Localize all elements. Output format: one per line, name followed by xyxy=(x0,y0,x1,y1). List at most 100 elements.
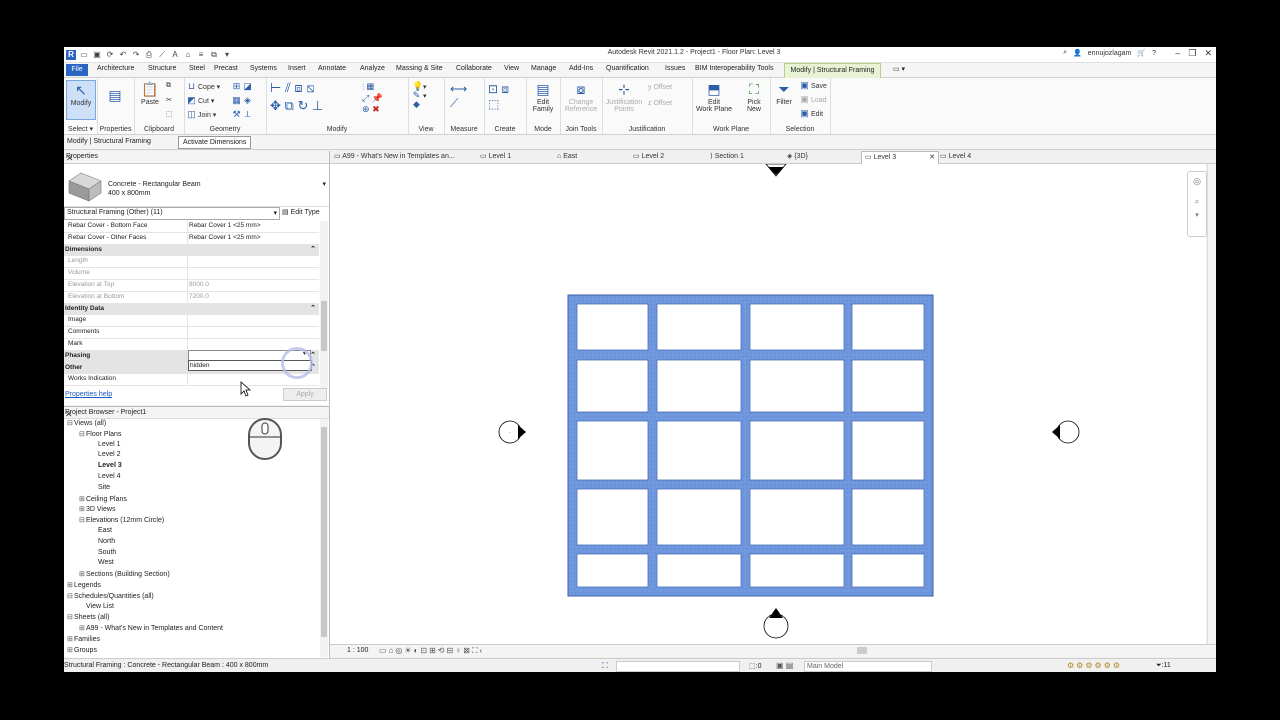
elevation-marker-south-visible[interactable] xyxy=(763,608,789,639)
geometry-tools-1[interactable]: ⊞ ◪ xyxy=(232,82,254,91)
filter-button[interactable]: ⏷ Filter xyxy=(770,80,798,106)
collapse-icon[interactable]: ⌃ xyxy=(310,245,316,253)
property-group-header[interactable]: Identity Data ⌃ xyxy=(64,303,319,316)
property-value[interactable]: Rebar Cover 1 <25 mm> xyxy=(189,222,261,229)
paste-button[interactable]: 📋 Paste xyxy=(136,80,164,106)
selection-options-icons[interactable]: ⚙⚙⚙⚙⚙⚙ xyxy=(1067,661,1122,670)
tab-file[interactable]: File xyxy=(66,64,88,76)
expand-icon[interactable]: ⊞ xyxy=(67,635,74,643)
browser-node[interactable]: Level 1 xyxy=(91,441,121,448)
property-row[interactable]: Comments xyxy=(64,327,319,339)
selection-filter[interactable]: ⏷:11 xyxy=(1156,662,1171,670)
tab-analyze[interactable]: Analyze xyxy=(360,65,385,72)
sync-icon[interactable]: ⟳ xyxy=(105,50,115,60)
redo-icon[interactable]: ↷ xyxy=(131,50,141,60)
expand-icon[interactable]: ⊞ xyxy=(67,646,74,654)
edit-family-button[interactable]: ▤ Edit Family xyxy=(529,80,557,113)
modify-tools-small[interactable]: ⫶ ▦ ⤢ 📌 ⊕ ✖ xyxy=(362,82,383,115)
type-selector[interactable]: Concrete - Rectangular Beam 400 x 800mm … xyxy=(64,164,329,207)
measure-icon[interactable]: ⟋ xyxy=(157,50,167,60)
change-reference-button[interactable]: ⧇ Change Reference xyxy=(564,80,598,113)
cart-icon[interactable]: 🛒 xyxy=(1137,49,1146,57)
elevation-marker-east[interactable] xyxy=(1052,420,1080,444)
view-tab-section-1[interactable]: ⟩ Section 1 xyxy=(710,151,744,163)
collapse-icon[interactable]: ⊟ xyxy=(79,430,86,438)
property-row[interactable]: Length xyxy=(64,256,319,269)
customize-qat-icon[interactable]: ▾ xyxy=(222,50,232,60)
collapse-icon[interactable]: ⊟ xyxy=(67,419,74,427)
browser-node[interactable]: ⊟Schedules/Quantities (all) xyxy=(67,592,154,600)
text-icon[interactable]: A xyxy=(170,50,180,60)
revit-logo-icon[interactable]: R xyxy=(66,49,76,60)
open-icon[interactable]: ▭ xyxy=(79,50,89,60)
active-model-select[interactable]: Main Model xyxy=(804,661,932,672)
browser-node[interactable]: ⊞Ceiling Plans xyxy=(79,495,127,503)
properties-button[interactable]: ▤ xyxy=(101,86,129,105)
edit-type-button[interactable]: ▤ Edit Type xyxy=(282,208,320,216)
view-tab-level-1[interactable]: ▭ Level 1 xyxy=(480,151,511,163)
edit-selection-button[interactable]: ▣ Edit xyxy=(800,109,823,119)
property-row[interactable]: Elevation at Top 8000.0 xyxy=(64,279,319,292)
property-row[interactable]: Mark xyxy=(64,338,319,351)
modify-tools-row1[interactable]: ⊢ ⫽ ⧈ ⧅ xyxy=(270,80,315,96)
view-tab-3d[interactable]: ◈ {3D} xyxy=(787,151,808,163)
browser-node[interactable]: Level 4 xyxy=(91,473,121,480)
tab-massing-site[interactable]: Massing & Site xyxy=(396,65,443,72)
property-row[interactable]: Works Indication xyxy=(64,374,319,387)
property-row[interactable]: Elevation at Bottom 7200.0 xyxy=(64,291,319,304)
join-button[interactable]: ◫ Join ▾ xyxy=(187,110,216,120)
property-value[interactable]: Rebar Cover 1 <25 mm> xyxy=(189,234,261,241)
close-tab-icon[interactable]: ✕ xyxy=(929,152,935,164)
property-row[interactable]: Volume xyxy=(64,268,319,280)
pick-new-button[interactable]: ⛶ Pick New xyxy=(740,80,768,113)
tab-steel[interactable]: Steel xyxy=(189,65,205,72)
browser-node[interactable]: ⊟Sheets (all) xyxy=(67,613,109,621)
load-selection-button[interactable]: ▣ Load xyxy=(800,95,826,105)
apply-button[interactable]: Apply xyxy=(283,388,327,401)
browser-node[interactable]: ⊞Sections (Building Section) xyxy=(79,570,170,578)
properties-help-link[interactable]: Properties help xyxy=(65,391,112,398)
tab-precast[interactable]: Precast xyxy=(214,65,238,72)
browser-node[interactable]: ⊞A99 - What's New in Templates and Conte… xyxy=(79,624,223,632)
nav-options-icon[interactable]: ▾ xyxy=(1188,211,1206,219)
tab-add-ins[interactable]: Add-Ins xyxy=(569,65,593,72)
print-icon[interactable]: ⎙ xyxy=(144,50,154,60)
browser-node[interactable]: Site xyxy=(91,484,110,491)
browser-node[interactable]: ⊞Legends xyxy=(67,581,101,589)
properties-scroll-thumb[interactable] xyxy=(321,301,327,351)
edit-work-plane-button[interactable]: ⬒ Edit Work Plane xyxy=(694,80,734,113)
drawing-canvas[interactable]: · xyxy=(330,163,1206,672)
worksets-icon[interactable]: ⛶ xyxy=(602,661,608,671)
properties-scrollbar[interactable] xyxy=(320,221,328,389)
geometry-tools-2[interactable]: ▦ ◈ xyxy=(232,96,254,105)
geometry-tools-3[interactable]: ⚒ ⟂ xyxy=(232,110,254,119)
modify-button[interactable]: ↖ Modify xyxy=(66,80,96,120)
cope-button[interactable]: ⊔ Cope ▾ xyxy=(187,82,220,92)
expand-icon[interactable]: ⊞ xyxy=(79,570,86,578)
z-offset-button[interactable]: z Offset xyxy=(648,100,672,107)
browser-scrollbar[interactable] xyxy=(320,419,328,657)
view-tab-level-3[interactable]: ▭ Level 3 ✕ xyxy=(861,151,939,164)
browser-node[interactable]: ⊟Floor Plans xyxy=(79,430,121,438)
elevation-marker-north[interactable] xyxy=(765,163,787,177)
cut-button[interactable]: ◩ Cut ▾ xyxy=(187,96,214,106)
save-selection-button[interactable]: ▣ Save xyxy=(800,81,827,91)
property-value[interactable]: 8000.0 xyxy=(189,281,209,288)
collapse-icon[interactable]: ⊟ xyxy=(67,613,74,621)
browser-node[interactable]: North xyxy=(91,538,115,545)
property-group-header[interactable]: Dimensions ⌃ xyxy=(64,244,319,257)
browser-node[interactable]: West xyxy=(91,559,114,566)
steering-wheel-icon[interactable]: ◎ xyxy=(1188,176,1206,187)
view-tools[interactable]: 💡▾ ✎ ▾ ◆ xyxy=(412,82,427,109)
tab-issues[interactable]: Issues xyxy=(665,65,685,72)
copy-icon[interactable]: ⧉ xyxy=(166,82,171,90)
elevation-marker-west[interactable]: · xyxy=(498,420,526,444)
collapse-icon[interactable]: ⌃ xyxy=(310,304,316,312)
design-option-box[interactable] xyxy=(616,661,740,672)
user-name[interactable]: ennujozlagam xyxy=(1088,50,1132,57)
property-value[interactable]: 7200.0 xyxy=(189,293,209,300)
select-dropdown[interactable]: Select ▾ xyxy=(64,125,97,133)
canvas-horizontal-scroll-thumb[interactable] xyxy=(857,647,867,654)
editable-only-icon[interactable]: ⬚:0 xyxy=(749,662,761,670)
browser-node[interactable]: ⊞Groups xyxy=(67,646,97,654)
